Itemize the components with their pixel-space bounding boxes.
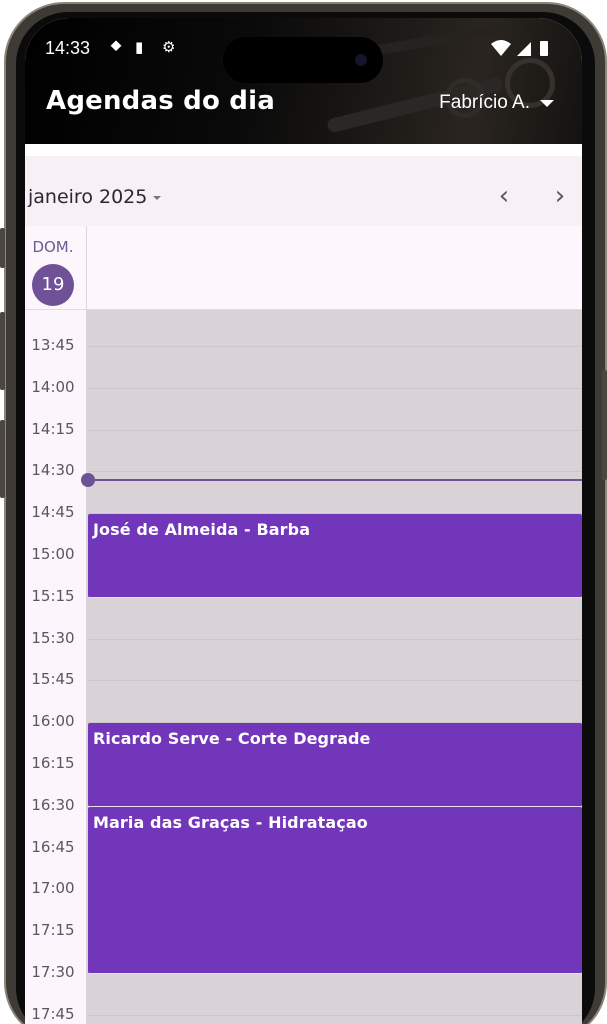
slot-line: [87, 638, 582, 640]
day-label-cell[interactable]: DOM. 19: [25, 226, 87, 310]
phone-frame: 14:33 ⯁ ▮ ⚙ Agendas do dia Fabrício A. j…: [0, 0, 607, 1024]
time-label: 15:45: [31, 670, 75, 689]
appointment-title: José de Almeida - Barba: [93, 520, 311, 540]
side-button-volume-down: [0, 420, 5, 498]
slot-line: [87, 680, 582, 682]
next-day-button[interactable]: ›: [547, 181, 573, 211]
page-title: Agendas do dia: [46, 86, 275, 116]
camera-island: [223, 37, 383, 83]
time-label: 14:45: [31, 503, 75, 522]
current-time-line: [87, 478, 582, 481]
day-calendar: janeiro 2025 ‹ › DOM. 19 13:45 14:00 14:15…: [25, 144, 582, 1024]
slot-line: [87, 346, 582, 347]
month-selector[interactable]: janeiro 2025: [28, 186, 162, 208]
user-name: Fabrício A.: [439, 92, 530, 113]
time-label: 14:15: [31, 419, 75, 438]
time-label: 15:00: [31, 545, 75, 563]
time-label: 13:45: [31, 336, 75, 354]
time-label: 14:00: [31, 377, 75, 396]
time-label: 14:30: [31, 461, 75, 480]
app-header: 14:33 ⯁ ▮ ⚙ Agendas do dia Fabrício A.: [25, 18, 582, 144]
chevron-right-icon: ›: [554, 181, 566, 211]
sd-card-icon: ▮: [135, 38, 144, 56]
time-label: 15:15: [31, 586, 75, 605]
appointment-event[interactable]: Ricardo Serve - Corte Degrade: [88, 723, 582, 807]
user-selector[interactable]: Fabrício A.: [439, 92, 554, 114]
time-label: 16:30: [31, 795, 75, 814]
chevron-left-icon: ‹: [498, 181, 510, 211]
time-label: 16:45: [31, 837, 75, 856]
wifi-icon: [491, 40, 511, 56]
current-time-dot: [81, 472, 95, 487]
day-header: DOM. 19: [25, 226, 582, 310]
appointment-event[interactable]: Maria das Graças - Hidrataçao: [88, 806, 582, 974]
settings-gear-icon: ⚙: [162, 38, 176, 56]
signal-icon: [517, 42, 531, 56]
time-label: 17:00: [31, 879, 75, 898]
side-button-volume-up: [0, 312, 5, 390]
status-right-icons: [491, 40, 548, 56]
side-button-power: [602, 370, 607, 480]
time-label: 16:15: [31, 754, 75, 772]
slot-line: [87, 471, 582, 473]
side-button-mute: [0, 228, 5, 268]
time-label: 16:00: [31, 712, 75, 731]
status-time: 14:33: [45, 38, 91, 58]
slot-line: [87, 387, 582, 389]
appointment-title: Ricardo Serve - Corte Degrade: [93, 729, 371, 749]
month-bar: janeiro 2025 ‹ ›: [25, 156, 582, 226]
dropdown-caret-icon: [540, 99, 554, 107]
time-grid: 13:45 14:00 14:15 14:30 14:45 15:00 15:15 15:30…: [25, 310, 582, 1024]
time-column: 13:45 14:00 14:15 14:30 14:45 15:00 15:15 15:30…: [25, 310, 87, 1024]
phone-screen: 14:33 ⯁ ▮ ⚙ Agendas do dia Fabrício A. j…: [25, 18, 582, 1024]
time-label: 17:30: [31, 963, 75, 981]
month-label: janeiro 2025: [28, 186, 148, 208]
day-of-week: DOM.: [32, 238, 74, 256]
slot-line: [87, 1014, 582, 1016]
appointment-title: Maria das Graças - Hidrataçao: [93, 812, 368, 832]
time-label: 17:45: [31, 1004, 75, 1023]
appointment-event[interactable]: José de Almeida - Barba: [88, 514, 582, 598]
camera-icon: [355, 54, 367, 66]
time-label: 17:15: [31, 921, 75, 940]
navigation-icon: ⯁: [110, 38, 123, 56]
time-label: 15:30: [31, 628, 75, 647]
divider: [25, 144, 582, 156]
battery-icon: [540, 41, 548, 56]
slot-line: [87, 429, 582, 431]
previous-day-button[interactable]: ‹: [491, 181, 517, 211]
day-number-badge: 19: [32, 264, 74, 306]
month-caret-icon: [153, 196, 162, 200]
